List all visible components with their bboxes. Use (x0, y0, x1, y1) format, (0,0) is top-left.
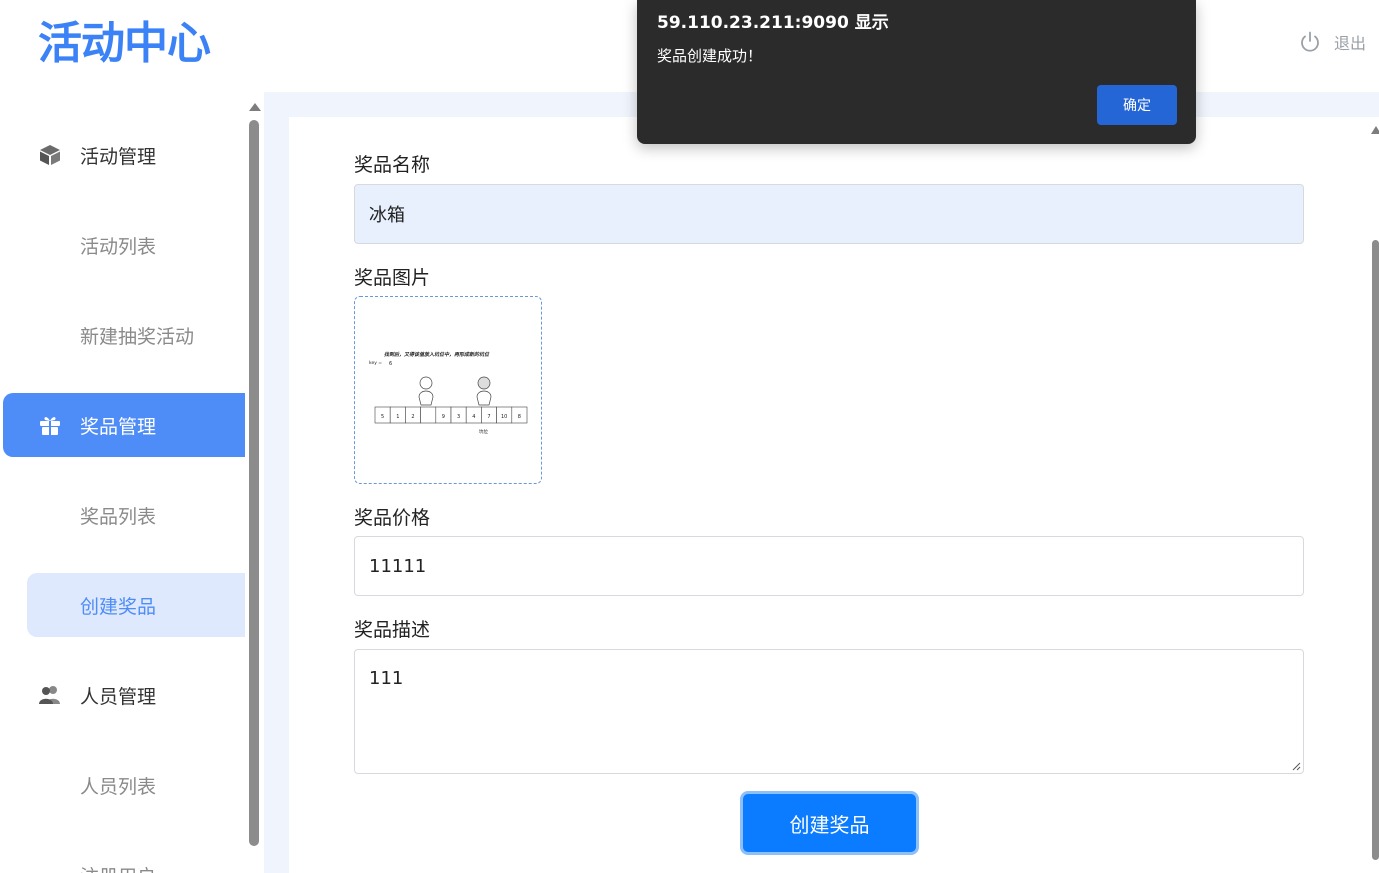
prize-price-label: 奖品价格 (354, 507, 431, 529)
image-cell-label: 4 (472, 414, 475, 420)
dialog-ok-button[interactable]: 确定 (1097, 85, 1177, 125)
image-caption: 找到后，又得该值放入坑位中，再形成新的坑位 (384, 351, 490, 358)
image-key-value: 6 (389, 361, 392, 367)
image-cell-label: 10 (501, 414, 507, 420)
resize-grip-icon[interactable] (1291, 761, 1301, 771)
image-cell-label: 3 (457, 414, 460, 420)
figure-right-head (477, 376, 491, 390)
sidebar-item-label: 人员列表 (80, 775, 157, 798)
cube-icon (40, 145, 60, 165)
image-cell-label: 8 (518, 414, 521, 420)
sidebar-item-activity-list[interactable]: 活动列表 (0, 213, 246, 277)
image-cell (420, 406, 437, 424)
prize-name-label: 奖品名称 (354, 154, 431, 176)
logout-label: 退出 (1334, 34, 1367, 53)
sidebar-item-user-list[interactable]: 人员列表 (0, 753, 246, 817)
figure-left-body (418, 390, 434, 406)
prize-image-upload[interactable]: 找到后，又得该值放入坑位中，再形成新的坑位 key = 6 5 1 2 9 3 4 7 10 8… (354, 296, 542, 484)
app-logo: 活动中心 (38, 18, 211, 69)
prize-description-label: 奖品描述 (354, 619, 431, 641)
image-cell-label: 9 (442, 414, 445, 420)
sidebar-item-label: 创建奖品 (80, 595, 157, 618)
image-key-text: key = (369, 360, 382, 366)
sidebar-item-label: 注册用户 (80, 862, 156, 873)
image-cells-row: 5 1 2 9 3 4 7 10 8 (374, 406, 528, 424)
sidebar: 活动管理 活动列表 新建抽奖活动 奖品管理 奖品列表 创建奖品 人员管理 人员列… (0, 92, 246, 873)
image-cell-label: 1 (396, 414, 399, 420)
users-icon (39, 686, 60, 704)
logout-button[interactable]: 退出 (1298, 30, 1366, 54)
create-prize-button[interactable]: 创建奖品 (740, 791, 919, 855)
sidebar-item-label: 活动管理 (80, 145, 157, 168)
image-cell-label: 5 (381, 414, 384, 420)
sidebar-item-activity-management[interactable]: 活动管理 (0, 123, 246, 187)
prize-image-preview: 找到后，又得该值放入坑位中，再形成新的坑位 key = 6 5 1 2 9 3 4 7 10 8… (369, 351, 528, 435)
sidebar-item-prize-list[interactable]: 奖品列表 (0, 483, 246, 547)
sidebar-scrollbar-thumb[interactable] (249, 120, 259, 846)
sidebar-item-label: 奖品管理 (80, 415, 157, 438)
sidebar-item-new-lottery[interactable]: 新建抽奖活动 (0, 303, 246, 367)
sidebar-scroll-up-arrow[interactable] (249, 103, 261, 111)
prize-description-textarea[interactable]: 111 (354, 649, 1304, 774)
sidebar-item-label: 新建抽奖活动 (80, 325, 195, 348)
figure-right-body (476, 390, 492, 406)
alert-dialog: 59.110.23.211:9090 显示 奖品创建成功！ 确定 (637, 0, 1196, 144)
main-scrollbar-thumb[interactable] (1372, 240, 1379, 860)
sidebar-item-user-management[interactable]: 人员管理 (0, 663, 246, 727)
image-cell-label: 7 (487, 414, 490, 420)
sidebar-item-label: 活动列表 (80, 235, 157, 258)
sidebar-item-register-user[interactable]: 注册用户 (0, 843, 246, 873)
sidebar-item-prize-management[interactable]: 奖品管理 (3, 393, 245, 457)
dialog-title: 59.110.23.211:9090 显示 (657, 13, 889, 33)
main-scroll-up-arrow[interactable] (1371, 126, 1379, 134)
prize-name-input[interactable]: 冰箱 (354, 184, 1304, 244)
image-cell-label: 2 (411, 414, 414, 420)
prize-image-label: 奖品图片 (354, 267, 431, 289)
prize-description-value: 111 (369, 668, 404, 689)
figure-left-head (419, 376, 433, 390)
sidebar-item-create-prize[interactable]: 创建奖品 (27, 573, 245, 637)
power-icon (1301, 31, 1319, 52)
sidebar-item-label: 奖品列表 (80, 505, 157, 528)
gift-icon (40, 417, 60, 435)
prize-price-input[interactable]: 11111 (354, 536, 1304, 596)
sidebar-item-label: 人员管理 (80, 685, 157, 708)
dialog-message: 奖品创建成功！ (657, 47, 763, 65)
image-bottom-label: 坑位 (479, 428, 488, 435)
